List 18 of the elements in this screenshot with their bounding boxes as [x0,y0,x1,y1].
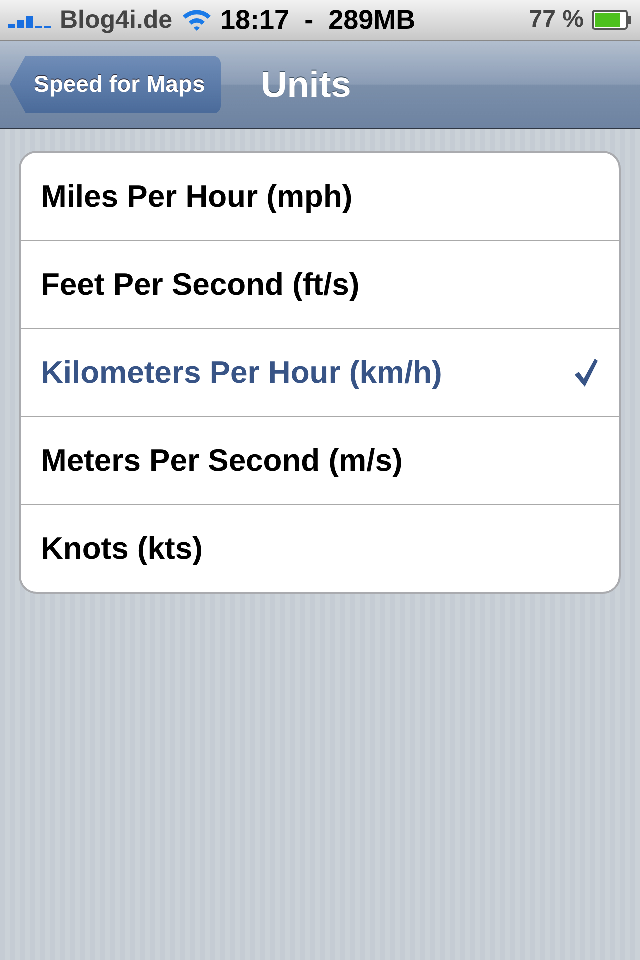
back-button[interactable]: Speed for Maps [10,56,222,114]
battery-icon [592,10,632,30]
unit-option[interactable]: Feet Per Second (ft/s) [21,240,619,328]
status-time: 18:17 - 289MB [220,4,416,36]
wifi-icon [180,8,213,32]
battery-percent: 77 % [529,6,584,34]
unit-option[interactable]: Kilometers Per Hour (km/h) [21,328,619,416]
carrier-name: Blog4i.de [60,6,173,34]
unit-label: Feet Per Second (ft/s) [41,266,360,302]
unit-label: Kilometers Per Hour (km/h) [41,354,442,390]
checkmark-icon [573,358,599,388]
unit-label: Miles Per Hour (mph) [41,178,353,214]
nav-title: Units [261,64,352,106]
unit-option[interactable]: Meters Per Second (m/s) [21,416,619,504]
unit-option[interactable]: Miles Per Hour (mph) [21,153,619,240]
unit-label: Meters Per Second (m/s) [41,442,403,478]
unit-option[interactable]: Knots (kts) [21,504,619,592]
unit-label: Knots (kts) [41,530,203,566]
